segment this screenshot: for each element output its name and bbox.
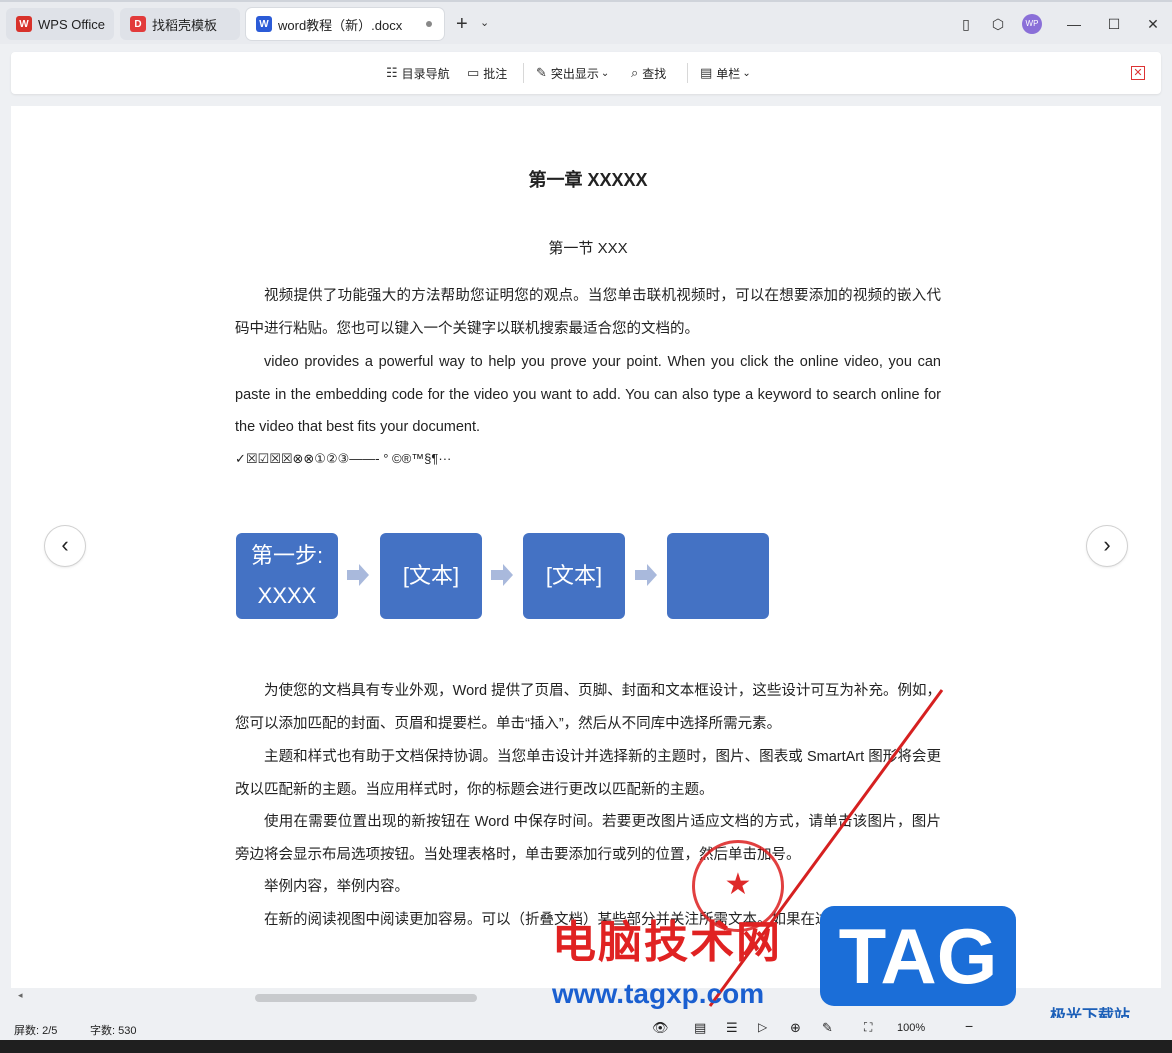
cube-icon[interactable]: ⬡	[990, 16, 1006, 32]
find-label: 查找	[642, 66, 667, 81]
page-icon: ▤	[700, 65, 713, 80]
comment-button[interactable]: ▭ 批注	[467, 63, 507, 83]
chapter-title: 第一章 XXXXX	[528, 170, 648, 190]
tab-wps-office[interactable]: W WPS Office	[6, 8, 114, 40]
taskbar	[0, 1040, 1172, 1053]
zoom-out-icon[interactable]: −	[965, 1018, 973, 1034]
zoom-level[interactable]: 100%	[897, 1022, 925, 1034]
smartart-step-box	[667, 533, 769, 619]
maximize-icon[interactable]: ☐	[1106, 16, 1122, 32]
pen-icon[interactable]: ✎	[822, 1020, 833, 1036]
tag-logo: TAG	[820, 906, 1016, 1006]
chevron-down-icon[interactable]: ⌄	[480, 16, 489, 29]
sidebar-toggle-icon[interactable]: ▯	[958, 16, 974, 32]
smartart-arrow-icon	[635, 564, 657, 586]
tab-label: WPS Office	[38, 16, 105, 32]
comment-label: 批注	[483, 66, 508, 81]
chevron-down-icon: ⌄	[742, 67, 751, 79]
web-view-icon[interactable]: ⊕	[790, 1020, 801, 1036]
highlight-label: 突出显示	[550, 66, 599, 81]
new-tab-icon[interactable]: +	[456, 14, 468, 34]
tab-label: word教程（新）.docx	[278, 17, 403, 33]
divider	[523, 63, 524, 83]
tab-document[interactable]: W word教程（新）.docx	[246, 8, 444, 40]
chevron-down-icon: ⌄	[600, 67, 610, 79]
symbols-line: ✓☒☑☒☒⊗⊗①②③——- ° ©®™§¶···	[235, 451, 452, 466]
smartart-step-box: 第一步: XXXX	[236, 533, 338, 619]
unsaved-dot-icon	[426, 21, 432, 27]
word-count: 字数: 530	[90, 1025, 137, 1037]
prev-page-button[interactable]: ‹	[45, 526, 85, 566]
status-bar: 屏数: 2/5 字数: 530 👁 ▤ ☰ ▷ ⊕ ✎ ⛶ 100% −	[0, 1018, 1172, 1040]
divider	[687, 63, 688, 83]
docer-icon: D	[130, 16, 146, 32]
column-label: 单栏	[716, 66, 741, 81]
toc-nav-button[interactable]: ☷ 目录导航	[386, 63, 450, 83]
column-button[interactable]: ▤ 单栏 ⌄	[700, 63, 751, 83]
wps-logo-icon: W	[16, 16, 32, 32]
word-doc-icon: W	[256, 16, 272, 32]
reading-toolbar: ☷ 目录导航 ▭ 批注 ✎ 突出显示 ⌄ ⌕ 查找 ▤ 单栏 ⌄ ✕	[11, 52, 1161, 94]
tab-bar: W WPS Office D 找稻壳模板 W word教程（新）.docx + …	[0, 0, 1172, 44]
page-count: 屏数: 2/5	[14, 1025, 58, 1037]
tab-label: 找稻壳模板	[152, 17, 218, 33]
smartart-arrow-icon	[491, 564, 513, 586]
outline-view-icon[interactable]: ☰	[726, 1020, 738, 1036]
eye-icon[interactable]: 👁	[652, 1020, 669, 1036]
smartart-arrow-icon	[347, 564, 369, 586]
highlight-button[interactable]: ✎ 突出显示 ⌄	[536, 63, 609, 83]
watermark-text: 电脑技术网	[552, 918, 782, 967]
watermark-url: www.tagxp.com	[552, 978, 765, 1009]
smartart-step-box: [文本]	[380, 533, 482, 619]
fit-page-icon[interactable]: ⛶	[864, 1020, 872, 1035]
comment-icon: ▭	[467, 65, 480, 80]
minimize-icon[interactable]: —	[1066, 16, 1082, 32]
smartart-step-box: [文本]	[523, 533, 625, 619]
next-page-button[interactable]: ›	[1087, 526, 1127, 566]
avatar[interactable]: WP	[1022, 14, 1042, 34]
page-view-icon[interactable]: ▤	[694, 1020, 706, 1036]
toc-icon: ☷	[386, 65, 398, 80]
close-icon[interactable]: ✕	[1145, 16, 1161, 32]
exit-reading-mode-icon[interactable]: ✕	[1131, 66, 1145, 80]
find-button[interactable]: ⌕ 查找	[631, 63, 666, 83]
horizontal-scrollbar[interactable]	[255, 994, 477, 1002]
scroll-left-icon[interactable]: ◂	[18, 990, 23, 1001]
play-icon[interactable]: ▷	[758, 1020, 767, 1034]
highlight-pen-icon: ✎	[536, 65, 547, 80]
search-icon: ⌕	[631, 65, 639, 80]
toc-nav-label: 目录导航	[401, 66, 450, 81]
tab-docer[interactable]: D 找稻壳模板	[120, 8, 240, 40]
paragraph: 视频提供了功能强大的方法帮助您证明您的观点。当您单击联机视频时，可以在想要添加的…	[235, 288, 941, 337]
document-page: ‹ › 第一章 XXXXX 第一节 XXX 视频提供了功能强大的方法帮助您证明您…	[11, 106, 1161, 988]
section-title: 第一节 XXX	[548, 240, 628, 257]
paragraph: video provides a powerful way to help yo…	[235, 354, 941, 435]
